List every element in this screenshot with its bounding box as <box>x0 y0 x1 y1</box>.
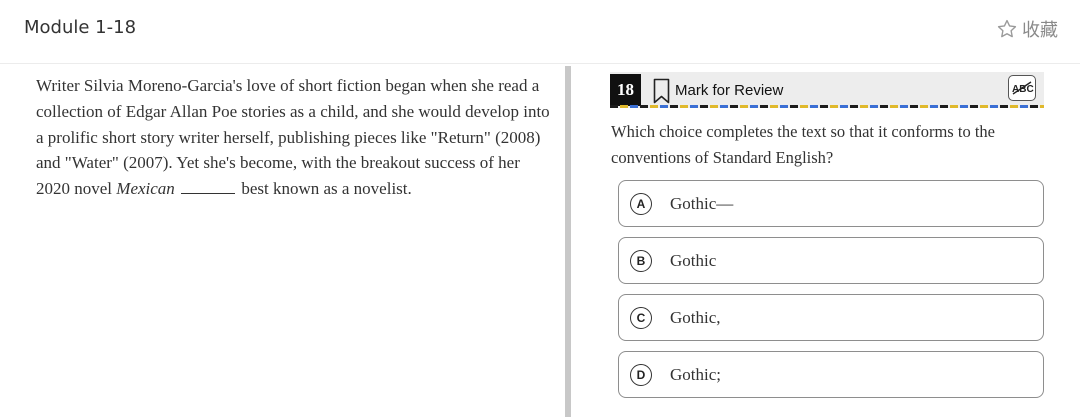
passage-italic-title: Mexican <box>116 179 175 199</box>
choice-letter: B <box>630 250 652 272</box>
choice-text: Gothic, <box>670 308 721 327</box>
choice-letter: D <box>630 364 652 386</box>
choice-text: Gothic— <box>670 194 734 213</box>
favorite-label: 收藏 <box>1022 20 1058 41</box>
star-outline-icon <box>997 19 1017 38</box>
choice-b[interactable]: B Gothic <box>618 237 1044 284</box>
header-dashed-line <box>610 105 1044 108</box>
choice-a[interactable]: A Gothic— <box>618 180 1044 227</box>
question-prompt: Which choice completes the text so that … <box>611 122 995 167</box>
choice-letter: C <box>630 307 652 329</box>
reading-passage: Writer Silvia Moreno-Garcia's love of sh… <box>36 73 551 202</box>
passage-blank <box>181 180 236 195</box>
pane-divider[interactable] <box>565 66 571 417</box>
choice-c[interactable]: C Gothic, <box>618 294 1044 341</box>
choice-text: Gothic <box>670 251 717 270</box>
svg-text:ABC: ABC <box>1012 84 1034 95</box>
answer-eliminator-button[interactable]: ABC <box>1008 75 1036 101</box>
mark-for-review-label[interactable]: Mark for Review <box>675 82 783 99</box>
choice-d[interactable]: D Gothic; <box>618 351 1044 398</box>
choice-letter: A <box>630 193 652 215</box>
top-bar: Module 1-18 收藏 <box>0 0 1080 64</box>
question-number: 18 <box>610 74 641 106</box>
module-title: Module 1-18 <box>24 17 137 38</box>
passage-text-after: best known as a novelist. <box>237 179 412 199</box>
choice-text: Gothic; <box>670 365 721 384</box>
favorite-button[interactable]: 收藏 <box>996 16 1058 42</box>
abc-strikethrough-icon: ABC <box>1012 81 1034 95</box>
bookmark-icon[interactable] <box>653 78 670 104</box>
question-header: 18 Mark for Review ABC <box>610 72 1044 108</box>
